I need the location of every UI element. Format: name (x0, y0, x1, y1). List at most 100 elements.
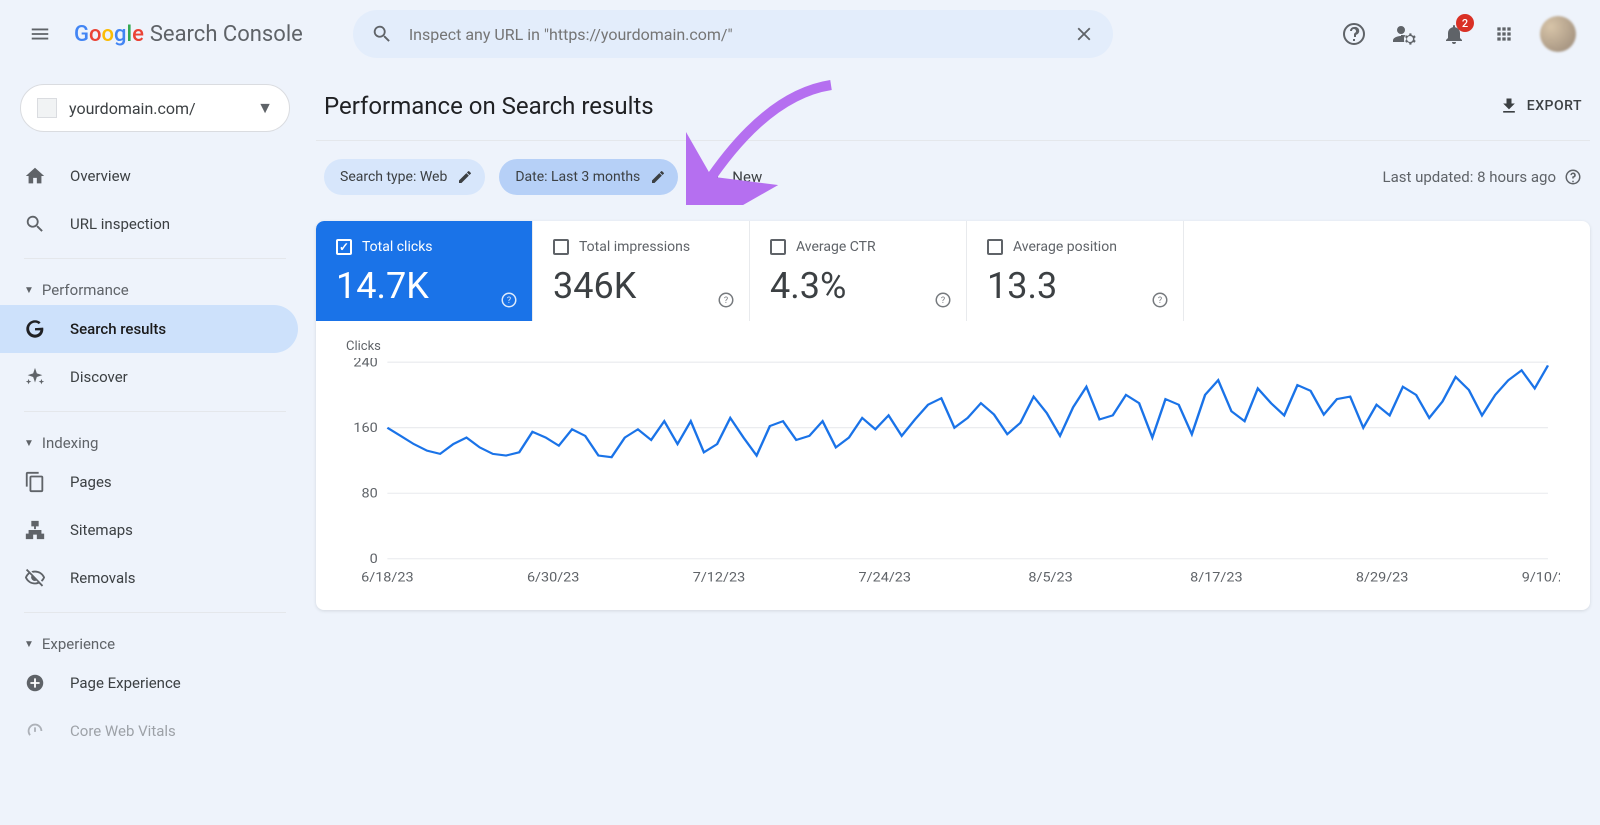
svg-text:8/29/23: 8/29/23 (1356, 571, 1408, 586)
sidebar-item-discover[interactable]: Discover (0, 353, 298, 401)
sidebar-item-label: Pages (70, 473, 112, 491)
svg-text:6/18/23: 6/18/23 (361, 571, 413, 586)
last-updated-text: Last updated: 8 hours ago (1382, 168, 1556, 186)
filter-date[interactable]: Date: Last 3 months (499, 159, 678, 195)
edit-icon (650, 169, 666, 185)
add-filter-button[interactable]: New (692, 167, 772, 187)
section-label: Performance (42, 281, 129, 299)
account-avatar[interactable] (1540, 16, 1576, 52)
plus-icon (702, 167, 722, 187)
svg-text:7/12/23: 7/12/23 (693, 571, 745, 586)
help-icon[interactable]: ? (717, 291, 735, 309)
sidebar-item-pages[interactable]: Pages (0, 458, 298, 506)
metric-value: 14.7K (336, 265, 512, 307)
help-icon[interactable]: ? (934, 291, 952, 309)
help-icon[interactable]: ? (1151, 291, 1169, 309)
collapse-icon: ▼ (24, 639, 34, 650)
google-logo: Google (74, 22, 144, 47)
sidebar-section-indexing[interactable]: ▼ Indexing (0, 422, 310, 458)
collapse-icon: ▼ (24, 285, 34, 296)
notification-badge: 2 (1456, 14, 1474, 32)
sidebar-section-experience[interactable]: ▼ Experience (0, 623, 310, 659)
svg-text:0: 0 (370, 552, 378, 567)
checkbox-icon (987, 239, 1003, 255)
sidebar: yourdomain.com/ ▼ Overview URL inspectio… (0, 68, 310, 825)
menu-icon (29, 23, 51, 45)
section-label: Experience (42, 635, 115, 653)
sidebar-item-label: Page Experience (70, 674, 181, 692)
metric-total-impressions[interactable]: Total impressions 346K ? (533, 221, 750, 321)
svg-text:?: ? (507, 296, 511, 306)
visibility-off-icon (24, 567, 46, 589)
clear-icon[interactable] (1073, 23, 1095, 45)
page-title: Performance on Search results (324, 92, 654, 120)
help-button[interactable] (1340, 20, 1368, 48)
download-icon (1499, 96, 1519, 116)
manage-users-button[interactable] (1390, 20, 1418, 48)
sidebar-item-overview[interactable]: Overview (0, 152, 298, 200)
search-input[interactable] (409, 25, 1057, 44)
chevron-down-icon: ▼ (257, 98, 273, 118)
export-label: EXPORT (1527, 98, 1582, 114)
export-button[interactable]: EXPORT (1499, 96, 1582, 116)
sidebar-item-label: Sitemaps (70, 521, 133, 539)
section-label: Indexing (42, 434, 99, 452)
hamburger-menu[interactable] (16, 10, 64, 58)
metric-label: Average position (1013, 239, 1117, 255)
divider (24, 258, 286, 259)
sidebar-section-performance[interactable]: ▼ Performance (0, 269, 310, 305)
metric-avg-ctr[interactable]: Average CTR 4.3% ? (750, 221, 967, 321)
metric-avg-position[interactable]: Average position 13.3 ? (967, 221, 1184, 321)
sidebar-item-label: URL inspection (70, 215, 170, 233)
search-icon (371, 23, 393, 45)
metric-label: Total impressions (579, 239, 690, 255)
filter-search-type[interactable]: Search type: Web (324, 159, 485, 195)
svg-text:80: 80 (362, 486, 378, 501)
main-content: Performance on Search results EXPORT Sea… (310, 68, 1600, 825)
sidebar-item-sitemaps[interactable]: Sitemaps (0, 506, 298, 554)
metric-value: 346K (553, 265, 729, 307)
help-icon (1342, 22, 1366, 46)
help-icon[interactable] (1564, 168, 1582, 186)
sitemap-icon (24, 519, 46, 541)
sidebar-item-label: Search results (70, 320, 166, 338)
sidebar-item-label: Core Web Vitals (70, 722, 176, 740)
property-favicon (37, 98, 57, 118)
pages-icon (24, 471, 46, 493)
metric-label: Average CTR (796, 239, 876, 255)
app-title: Search Console (150, 22, 303, 47)
sidebar-item-page-experience[interactable]: Page Experience (0, 659, 298, 707)
apps-button[interactable] (1490, 20, 1518, 48)
last-updated: Last updated: 8 hours ago (1382, 168, 1582, 186)
user-settings-icon (1392, 22, 1416, 46)
notifications-button[interactable]: 2 (1440, 20, 1468, 48)
metric-total-clicks[interactable]: Total clicks 14.7K ? (316, 221, 533, 321)
search-icon (24, 213, 46, 235)
collapse-icon: ▼ (24, 438, 34, 449)
metric-value: 13.3 (987, 265, 1163, 307)
sidebar-item-label: Removals (70, 569, 136, 587)
checkbox-icon (553, 239, 569, 255)
help-icon[interactable]: ? (500, 291, 518, 309)
app-logo: Google Search Console (74, 22, 303, 47)
sidebar-item-label: Overview (70, 167, 131, 185)
edit-icon (457, 169, 473, 185)
svg-text:6/30/23: 6/30/23 (527, 571, 579, 586)
svg-text:?: ? (1158, 296, 1162, 306)
svg-text:160: 160 (353, 421, 377, 436)
svg-text:9/10/23: 9/10/23 (1522, 571, 1560, 586)
svg-text:240: 240 (353, 358, 377, 370)
new-label: New (732, 168, 762, 186)
property-selector[interactable]: yourdomain.com/ ▼ (20, 84, 290, 132)
clicks-line-chart: 0801602406/18/236/30/237/12/237/24/238/5… (332, 358, 1560, 588)
google-g-icon (24, 318, 46, 340)
checkbox-icon (770, 239, 786, 255)
svg-text:7/24/23: 7/24/23 (859, 571, 911, 586)
url-search-bar[interactable] (353, 10, 1113, 58)
metric-value: 4.3% (770, 265, 946, 307)
sidebar-item-core-web-vitals[interactable]: Core Web Vitals (0, 707, 298, 755)
performance-card: Total clicks 14.7K ? Total impressions 3… (316, 221, 1590, 610)
sidebar-item-search-results[interactable]: Search results (0, 305, 298, 353)
sidebar-item-url-inspection[interactable]: URL inspection (0, 200, 298, 248)
sidebar-item-removals[interactable]: Removals (0, 554, 298, 602)
